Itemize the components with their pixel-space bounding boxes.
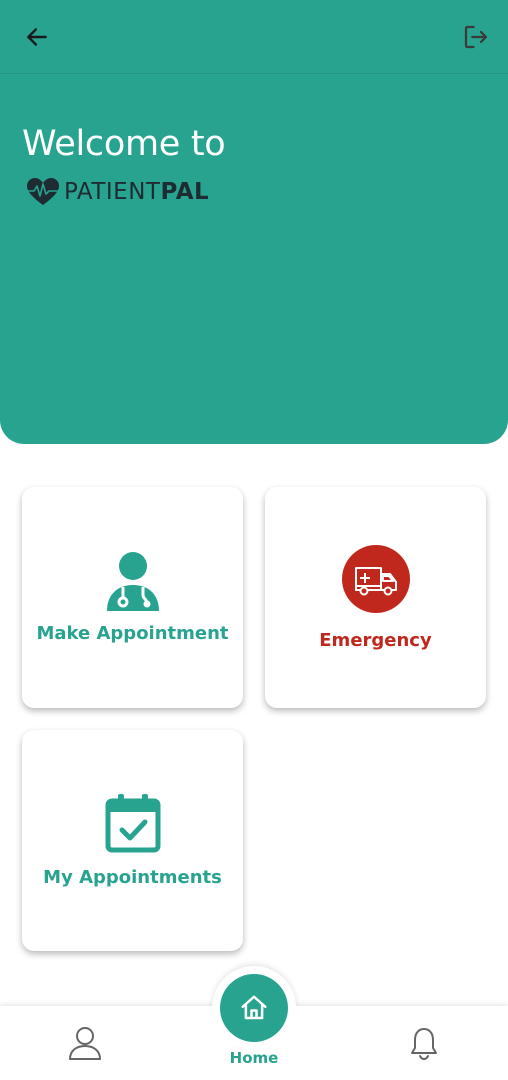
top-app-bar <box>0 0 508 74</box>
my-appointments-label: My Appointments <box>43 867 222 888</box>
logo-text-light: PATIENT <box>64 179 161 205</box>
bell-icon <box>411 1028 437 1060</box>
make-appointment-card[interactable]: Make Appointment <box>22 487 243 708</box>
logout-button[interactable] <box>456 17 496 57</box>
doctor-icon <box>106 552 159 611</box>
home-icon <box>241 995 267 1020</box>
home-nav-button[interactable] <box>220 974 288 1042</box>
user-icon <box>69 1027 101 1060</box>
emergency-card[interactable]: Emergency <box>265 487 486 708</box>
emergency-label: Emergency <box>319 630 432 651</box>
home-nav-label: Home <box>229 1049 279 1067</box>
logout-icon <box>464 25 488 49</box>
back-button[interactable] <box>17 17 57 57</box>
my-appointments-card[interactable]: My Appointments <box>22 730 243 951</box>
logo-text-bold: PAL <box>160 179 210 205</box>
logo-text: PATIENTPAL <box>64 179 209 205</box>
heart-pulse-icon <box>24 178 62 205</box>
profile-nav-button[interactable] <box>62 1020 108 1066</box>
calendar-check-icon <box>105 794 160 853</box>
welcome-heading: Welcome to <box>22 124 226 164</box>
arrow-left-icon <box>27 28 47 46</box>
notifications-nav-button[interactable] <box>401 1020 447 1066</box>
ambulance-icon <box>341 545 410 613</box>
make-appointment-label: Make Appointment <box>36 623 229 644</box>
app-logo: PATIENTPAL <box>24 176 209 208</box>
header-hero: Welcome to PATIENTPAL <box>0 0 508 444</box>
